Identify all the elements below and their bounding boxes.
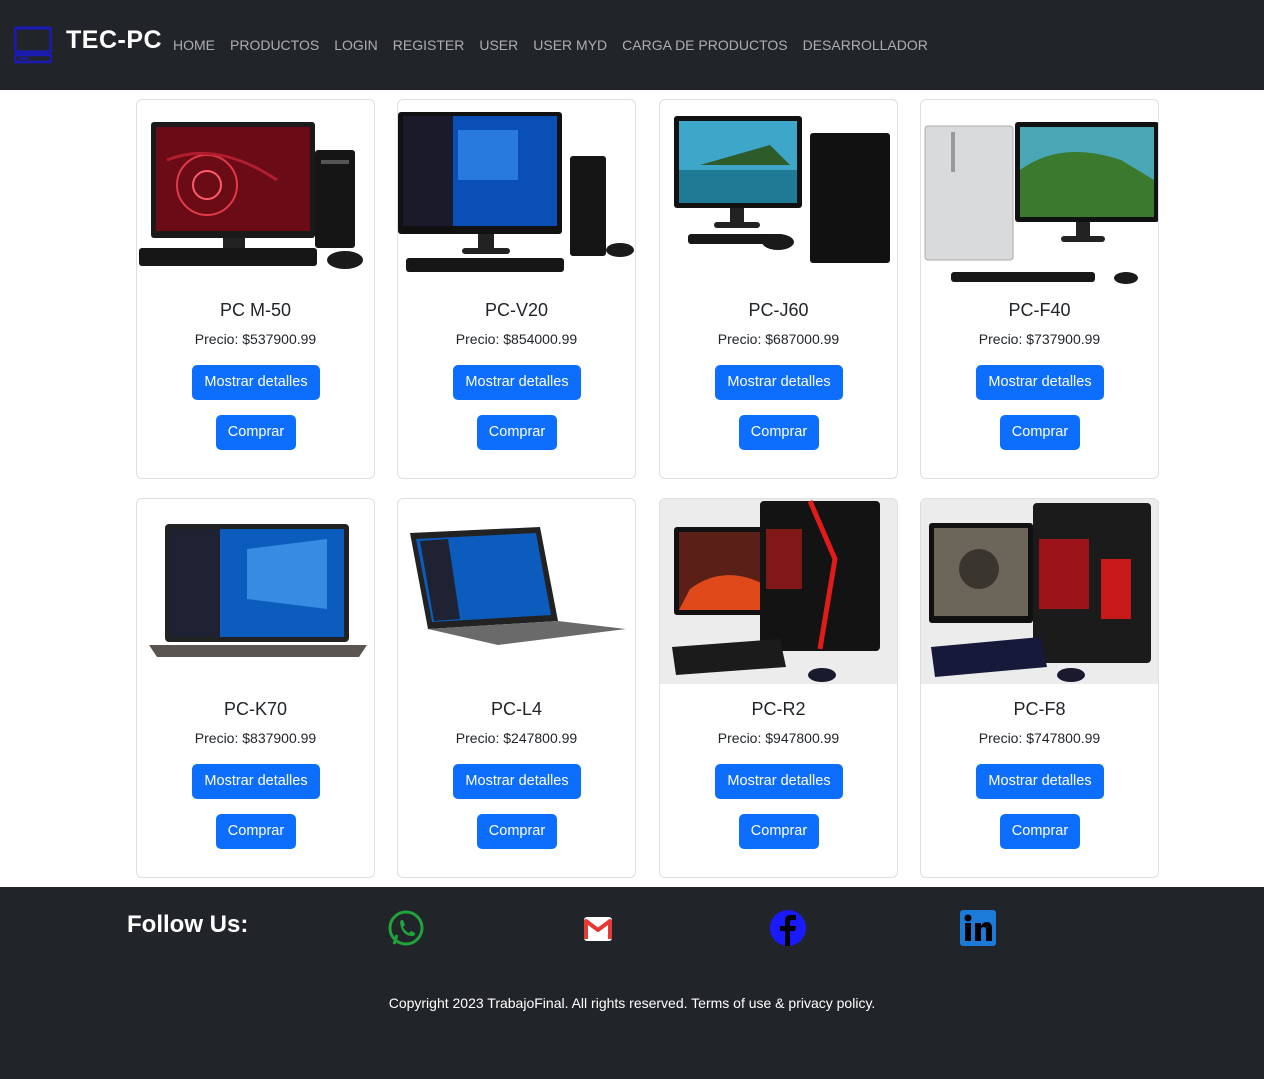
buy-button[interactable]: Comprar <box>739 814 819 849</box>
facebook-icon[interactable] <box>769 909 807 947</box>
show-details-button[interactable]: Mostrar detalles <box>715 764 843 799</box>
product-title: PC-R2 <box>751 699 806 719</box>
product-price: Precio: $687000.99 <box>717 331 840 347</box>
show-details-button[interactable]: Mostrar detalles <box>453 365 581 400</box>
nav-login[interactable]: LOGIN <box>334 37 378 53</box>
product-price: Precio: $737900.99 <box>978 331 1101 347</box>
product-title: PC-J60 <box>748 300 809 320</box>
buy-button[interactable]: Comprar <box>477 415 557 450</box>
product-price: Precio: $837900.99 <box>194 730 317 746</box>
product-card: PC-R2 Precio: $947800.99 Mostrar detalle… <box>659 498 898 878</box>
follow-us-heading: Follow Us: <box>127 911 249 938</box>
product-card: PC-L4 Precio: $247800.99 Mostrar detalle… <box>397 498 636 878</box>
product-price: Precio: $947800.99 <box>717 730 840 746</box>
product-card: PC-F8 Precio: $747800.99 Mostrar detalle… <box>920 498 1159 878</box>
buy-button[interactable]: Comprar <box>216 415 296 450</box>
product-image <box>139 122 363 269</box>
product-image <box>924 122 1158 284</box>
brand-title[interactable]: TEC-PC <box>66 26 162 55</box>
show-details-button[interactable]: Mostrar detalles <box>453 764 581 799</box>
product-card: PC-K70 Precio: $837900.99 Mostrar detall… <box>136 498 375 878</box>
product-price: Precio: $747800.99 <box>978 730 1101 746</box>
nav-carga-productos[interactable]: CARGA DE PRODUCTOS <box>622 37 787 53</box>
product-title: PC-F40 <box>1008 300 1071 320</box>
buy-button[interactable]: Comprar <box>477 814 557 849</box>
nav-user[interactable]: USER <box>479 37 518 53</box>
product-title: PC-L4 <box>490 699 543 719</box>
product-title: PC-V20 <box>484 300 549 320</box>
footer: Follow Us: Copyright 2023 TrabajoFinal. … <box>0 887 1264 1079</box>
nav-register[interactable]: REGISTER <box>393 37 465 53</box>
product-image <box>398 112 634 272</box>
buy-button[interactable]: Comprar <box>216 814 296 849</box>
linkedin-icon[interactable] <box>959 909 997 947</box>
product-title: PC-F8 <box>1013 699 1066 719</box>
product-price: Precio: $854000.99 <box>455 331 578 347</box>
show-details-button[interactable]: Mostrar detalles <box>192 365 320 400</box>
buy-button[interactable]: Comprar <box>1000 415 1080 450</box>
product-image <box>660 499 897 684</box>
buy-button[interactable]: Comprar <box>739 415 819 450</box>
nav-desarrollador[interactable]: DESARROLLADOR <box>803 37 928 53</box>
show-details-button[interactable]: Mostrar detalles <box>715 365 843 400</box>
product-image <box>149 524 367 657</box>
product-card: PC-V20 Precio: $854000.99 Mostrar detall… <box>397 99 636 479</box>
product-image <box>410 527 626 645</box>
product-card: PC-J60 Precio: $687000.99 Mostrar detall… <box>659 99 898 479</box>
product-image <box>674 116 890 263</box>
nav-home[interactable]: HOME <box>173 37 215 53</box>
nav-productos[interactable]: PRODUCTOS <box>230 37 319 53</box>
show-details-button[interactable]: Mostrar detalles <box>976 764 1104 799</box>
product-price: Precio: $537900.99 <box>194 331 317 347</box>
nav-links: HOME PRODUCTOS LOGIN REGISTER USER USER … <box>173 37 943 53</box>
show-details-button[interactable]: Mostrar detalles <box>976 365 1104 400</box>
buy-button[interactable]: Comprar <box>1000 814 1080 849</box>
product-image <box>921 499 1158 684</box>
product-card: PC M-50 Precio: $537900.99 Mostrar detal… <box>136 99 375 479</box>
product-title: PC M-50 <box>219 300 291 320</box>
product-card: PC-F40 Precio: $737900.99 Mostrar detall… <box>920 99 1159 479</box>
gmail-icon[interactable] <box>579 909 617 947</box>
computer-icon[interactable] <box>14 26 52 64</box>
show-details-button[interactable]: Mostrar detalles <box>192 764 320 799</box>
product-title: PC-K70 <box>223 699 288 719</box>
copyright-text: Copyright 2023 TrabajoFinal. All rights … <box>388 995 876 1011</box>
nav-user-myd[interactable]: USER MYD <box>533 37 607 53</box>
whatsapp-icon[interactable] <box>387 909 425 947</box>
navbar: TEC-PC HOME PRODUCTOS LOGIN REGISTER USE… <box>0 0 1264 90</box>
product-price: Precio: $247800.99 <box>455 730 578 746</box>
